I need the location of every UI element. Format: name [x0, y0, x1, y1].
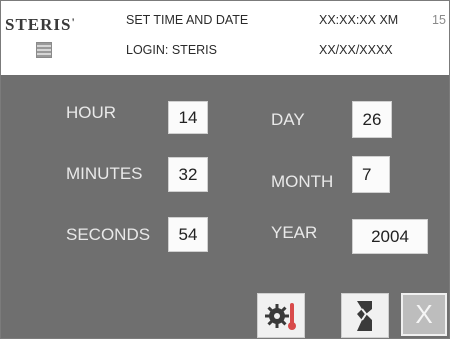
corner-number: 15 [432, 13, 446, 27]
brand-emblem-icon [36, 42, 52, 58]
brand-logo: STERIS' [5, 15, 76, 34]
set-time-date-screen: STERIS' SET TIME AND DATE LOGIN: STERIS … [0, 0, 450, 339]
seconds-label: SECONDS [66, 225, 151, 244]
close-button[interactable]: X [401, 293, 447, 336]
month-label: MONTH [271, 172, 334, 191]
day-field[interactable]: 26 [352, 101, 392, 138]
time-readout: XX:XX:XX XM [319, 13, 399, 27]
minutes-field[interactable]: 32 [168, 157, 208, 192]
hour-label: HOUR [66, 103, 117, 122]
minutes-label: MINUTES [66, 164, 143, 183]
year-label: YEAR [271, 223, 318, 242]
year-field[interactable]: 2004 [352, 219, 428, 254]
day-label: DAY [271, 110, 305, 129]
hour-field[interactable]: 14 [168, 101, 208, 134]
screen-title: SET TIME AND DATE [126, 13, 249, 27]
month-field[interactable]: 7 [352, 156, 390, 193]
seconds-field[interactable]: 54 [168, 217, 208, 252]
document-scroll-icon [357, 300, 372, 331]
date-readout: XX/XX/XXXX [319, 43, 393, 57]
header-bar: STERIS' SET TIME AND DATE LOGIN: STERIS … [1, 1, 449, 76]
settings-button[interactable] [257, 293, 305, 338]
gear-thermometer-icon [265, 302, 296, 330]
document-button[interactable] [341, 293, 389, 338]
login-label: LOGIN: STERIS [126, 43, 217, 57]
